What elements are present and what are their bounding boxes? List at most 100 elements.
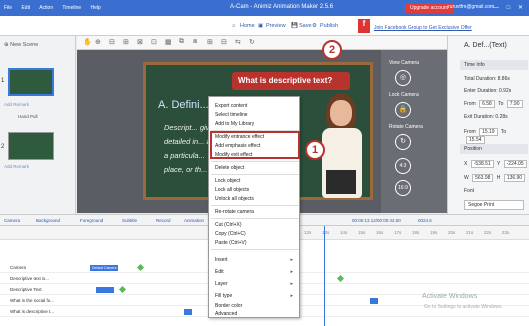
camera-clip[interactable]: Default Camera — [90, 265, 118, 271]
menu-item-advanced[interactable]: Advanced — [215, 311, 237, 317]
record-tab[interactable]: Record — [156, 218, 171, 223]
publish-icon[interactable]: ⚙ — [312, 23, 317, 29]
ruler-tick: 18s — [412, 230, 420, 235]
menu-item-insert[interactable]: Insert — [215, 257, 228, 263]
hand-icon[interactable]: ✋ — [83, 38, 92, 46]
align-left-icon[interactable]: ⊟ — [109, 38, 115, 46]
x-input[interactable]: -538.51 — [470, 160, 494, 168]
publish-button[interactable]: Publish — [320, 23, 338, 29]
scene-thumbnail-1[interactable] — [8, 68, 54, 96]
menu-item-edit[interactable]: Edit — [215, 269, 224, 275]
annotation-marker-2: 2 — [322, 40, 342, 60]
font-select[interactable]: Segoe Print — [464, 200, 524, 210]
window-controls[interactable]: — □ ✕ — [493, 4, 526, 11]
ungroup-icon[interactable]: ⊟ — [221, 38, 227, 46]
exit-from-input[interactable]: 15.19 — [479, 128, 498, 136]
add-remark-link[interactable]: Add Remark — [4, 102, 29, 107]
menu-item-lock-all[interactable]: Lock all objects — [215, 187, 249, 193]
exit-duration: Exit Duration: 0.28s — [464, 114, 508, 120]
menu-edit[interactable]: Edit — [21, 5, 30, 11]
home-icon[interactable]: ⌂ — [232, 23, 235, 29]
animation-tab[interactable]: Animation — [184, 218, 204, 223]
subtitle-tab[interactable]: Subtitle — [122, 218, 137, 223]
rotate-icon[interactable]: ↻ — [249, 38, 255, 46]
menu-item-export-content[interactable]: Export content — [215, 103, 247, 109]
add-remark-link[interactable]: Add Remark — [4, 164, 29, 169]
menu-item-delete-object[interactable]: Delete object — [215, 165, 244, 171]
menu-item-select-timeline[interactable]: Select timeline — [215, 112, 248, 118]
scene-thumbnail-2[interactable] — [8, 132, 54, 160]
facebook-link[interactable]: Join Facebook Group to Get Exclusive Off… — [374, 25, 472, 31]
y-input[interactable]: -224.05 — [503, 160, 527, 168]
home-button[interactable]: Home — [240, 23, 255, 29]
enter-from-input[interactable]: 6.58 — [479, 100, 495, 108]
foreground-tab[interactable]: Foreground — [80, 218, 103, 223]
exit-to-input[interactable]: 15.54 — [466, 136, 485, 144]
text-clip[interactable] — [184, 309, 192, 315]
menu-item-copy[interactable]: Copy (Ctrl+C) — [215, 231, 246, 237]
menu-item-rerotate-camera[interactable]: Re-rotate camera — [215, 209, 254, 215]
align-center-icon[interactable]: ⊞ — [123, 38, 129, 46]
background-tab[interactable]: Background — [36, 218, 60, 223]
time-info-header[interactable]: Time Info — [460, 60, 528, 70]
body-text-line[interactable]: place, or th... — [164, 165, 207, 174]
activate-windows-subtitle: Go to Settings to activate Windows. — [424, 304, 503, 310]
ruler-tick: 14s — [340, 230, 348, 235]
scene-label: Hand Pull — [18, 114, 38, 119]
save-button[interactable]: Save — [299, 23, 312, 29]
text-clip[interactable] — [96, 287, 114, 293]
preview-button[interactable]: Preview — [266, 23, 286, 29]
submenu-arrow-icon: ▸ — [290, 269, 293, 275]
rotate-camera-label: Rotate Camera — [389, 124, 423, 130]
width-input[interactable]: 563.98 — [472, 174, 494, 182]
headline-text[interactable]: A. Defini... — [158, 99, 209, 111]
lock-icon[interactable]: 🔒 — [395, 102, 411, 118]
menu-item-unlock-all[interactable]: Unlock all objects — [215, 196, 254, 202]
save-icon[interactable]: 💾 — [291, 23, 298, 29]
position-header[interactable]: Position — [460, 144, 528, 154]
menu-item-add-to-library[interactable]: Add to My Library — [215, 121, 254, 127]
account-email[interactable]: ruruvtfm@gmail.com — [448, 4, 494, 10]
enter-to-input[interactable]: 7.90 — [506, 100, 523, 108]
camera-tab[interactable]: Camera — [4, 218, 20, 223]
layer-down-icon[interactable]: ⧈ — [193, 38, 197, 46]
menu-timeline[interactable]: Timeline — [62, 5, 81, 11]
upgrade-button[interactable]: Upgrade account — [405, 3, 454, 13]
zoom-level[interactable]: 0024.6 — [418, 218, 432, 223]
enter-range: From 6.58 To 7.90 — [464, 100, 525, 108]
align-right-icon[interactable]: ⊠ — [137, 38, 143, 46]
new-scene-button[interactable]: ⊕ New Scene — [4, 42, 38, 48]
aspect-ratio-4-3[interactable]: 4:3 — [395, 158, 411, 174]
menu-separator — [211, 249, 299, 250]
layer-up-icon[interactable]: ⧉ — [179, 38, 184, 46]
menu-item-paste[interactable]: Paste (Ctrl+V) — [215, 240, 247, 246]
playhead[interactable] — [324, 226, 325, 326]
zoom-icon[interactable]: ⊕ — [95, 38, 101, 46]
ruler-tick: 19s — [430, 230, 438, 235]
aspect-ratio-16-9[interactable]: 16:9 — [395, 180, 411, 196]
highlight-box — [210, 131, 300, 159]
menu-item-border-color[interactable]: Border color — [215, 303, 242, 309]
menu-help[interactable]: Help — [91, 5, 101, 11]
menu-file[interactable]: File — [4, 5, 12, 11]
menu-item-lock-object[interactable]: Lock object — [215, 178, 240, 184]
grid-icon[interactable]: ▦ — [165, 38, 172, 46]
text-clip[interactable] — [370, 298, 378, 304]
height-input[interactable]: 136.90 — [503, 174, 526, 182]
preview-icon[interactable]: ▣ — [258, 23, 263, 29]
distribute-icon[interactable]: ⊡ — [151, 38, 157, 46]
body-text-line[interactable]: a particula... — [164, 151, 205, 160]
menu-item-layer[interactable]: Layer — [215, 281, 228, 287]
scene-number: 1 — [1, 78, 5, 84]
camera-icon[interactable]: ◎ — [395, 70, 411, 86]
menu-action[interactable]: Action — [39, 5, 53, 11]
flip-icon[interactable]: ⇆ — [235, 38, 241, 46]
ruler-tick: 20s — [448, 230, 456, 235]
rotate-camera-icon[interactable]: ↻ — [395, 134, 411, 150]
menu-item-cut[interactable]: Cut (Ctrl+X) — [215, 222, 242, 228]
track-name: Camera — [10, 265, 27, 270]
menu-item-fill-type[interactable]: Fill type — [215, 293, 232, 299]
group-icon[interactable]: ⊞ — [207, 38, 213, 46]
speech-callout[interactable]: What is descriptive text? — [232, 72, 350, 90]
facebook-icon[interactable]: f — [358, 19, 370, 33]
